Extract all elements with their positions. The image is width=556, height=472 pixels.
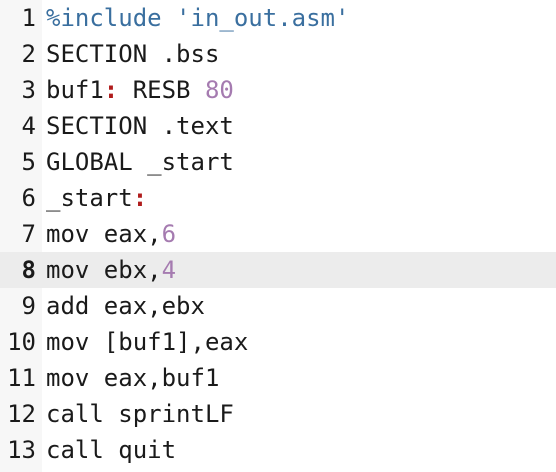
code-token-text: _start: [46, 184, 133, 212]
line-number: 3: [21, 76, 36, 104]
line-number: 2: [21, 40, 36, 68]
code-token-colon: :: [132, 184, 148, 212]
code-text[interactable]: mov ebx,4: [46, 252, 176, 288]
code-text[interactable]: GLOBAL _start: [46, 144, 234, 180]
code-text[interactable]: mov [buf1],eax: [46, 324, 248, 360]
line-number: 10: [7, 328, 36, 356]
line-number: 4: [21, 112, 36, 140]
code-token-num: 80: [204, 76, 234, 104]
line-number: 6: [21, 184, 36, 212]
code-token-text: add eax,ebx: [46, 292, 205, 320]
code-text[interactable]: buf1: RESB 80: [46, 72, 234, 108]
code-token-text: mov [buf1],eax: [46, 328, 249, 356]
code-token-num: 4: [161, 256, 177, 284]
code-token-text: call sprintLF: [46, 400, 234, 428]
code-line[interactable]: 2 SECTION .bss: [0, 36, 556, 72]
line-number: 5: [21, 148, 36, 176]
code-text[interactable]: add eax,ebx: [46, 288, 205, 324]
code-token-text: buf1: [46, 76, 104, 104]
line-number: 8: [21, 256, 36, 284]
line-number: 7: [21, 220, 36, 248]
line-number: 9: [21, 292, 36, 320]
code-token-text: GLOBAL _start: [46, 148, 234, 176]
line-number: 1: [21, 4, 36, 32]
code-text[interactable]: call quit: [46, 432, 176, 468]
code-text[interactable]: mov eax,buf1: [46, 360, 219, 396]
code-line[interactable]: 10 mov [buf1],eax: [0, 324, 556, 360]
code-text[interactable]: mov eax,6: [46, 216, 176, 252]
code-text[interactable]: _start:: [46, 180, 147, 216]
code-line[interactable]: 6 _start:: [0, 180, 556, 216]
code-line[interactable]: 7 mov eax,6: [0, 216, 556, 252]
code-token-text: RESB: [118, 76, 205, 104]
code-line[interactable]: 13 call quit: [0, 432, 556, 468]
code-text[interactable]: SECTION .bss: [46, 36, 219, 72]
code-line[interactable]: 4 SECTION .text: [0, 108, 556, 144]
code-line[interactable]: 3 buf1: RESB 80: [0, 72, 556, 108]
code-token-text: mov ebx,: [46, 256, 162, 284]
code-text[interactable]: call sprintLF: [46, 396, 234, 432]
code-token-colon: :: [103, 76, 119, 104]
code-token-pp: %include 'in_out.asm': [46, 4, 350, 32]
code-line[interactable]: 1 %include 'in_out.asm': [0, 0, 556, 36]
code-editor[interactable]: 1 %include 'in_out.asm' 2 SECTION .bss 3 buf1…: [0, 0, 556, 472]
code-line[interactable]: 8 mov ebx,4: [0, 252, 556, 288]
code-token-text: mov eax,buf1: [46, 364, 220, 392]
code-token-text: SECTION .bss: [46, 40, 220, 68]
code-token-text: SECTION .text: [46, 112, 234, 140]
code-line[interactable]: 5 GLOBAL _start: [0, 144, 556, 180]
code-text[interactable]: %include 'in_out.asm': [46, 0, 349, 36]
line-number: 12: [7, 400, 36, 428]
line-number: 13: [7, 436, 36, 464]
code-line[interactable]: 12 call sprintLF: [0, 396, 556, 432]
code-token-num: 6: [161, 220, 177, 248]
code-line[interactable]: 9 add eax,ebx: [0, 288, 556, 324]
code-token-text: call quit: [46, 436, 177, 464]
code-text[interactable]: SECTION .text: [46, 108, 234, 144]
line-number: 11: [7, 364, 36, 392]
code-token-text: mov eax,: [46, 220, 162, 248]
code-line[interactable]: 11 mov eax,buf1: [0, 360, 556, 396]
